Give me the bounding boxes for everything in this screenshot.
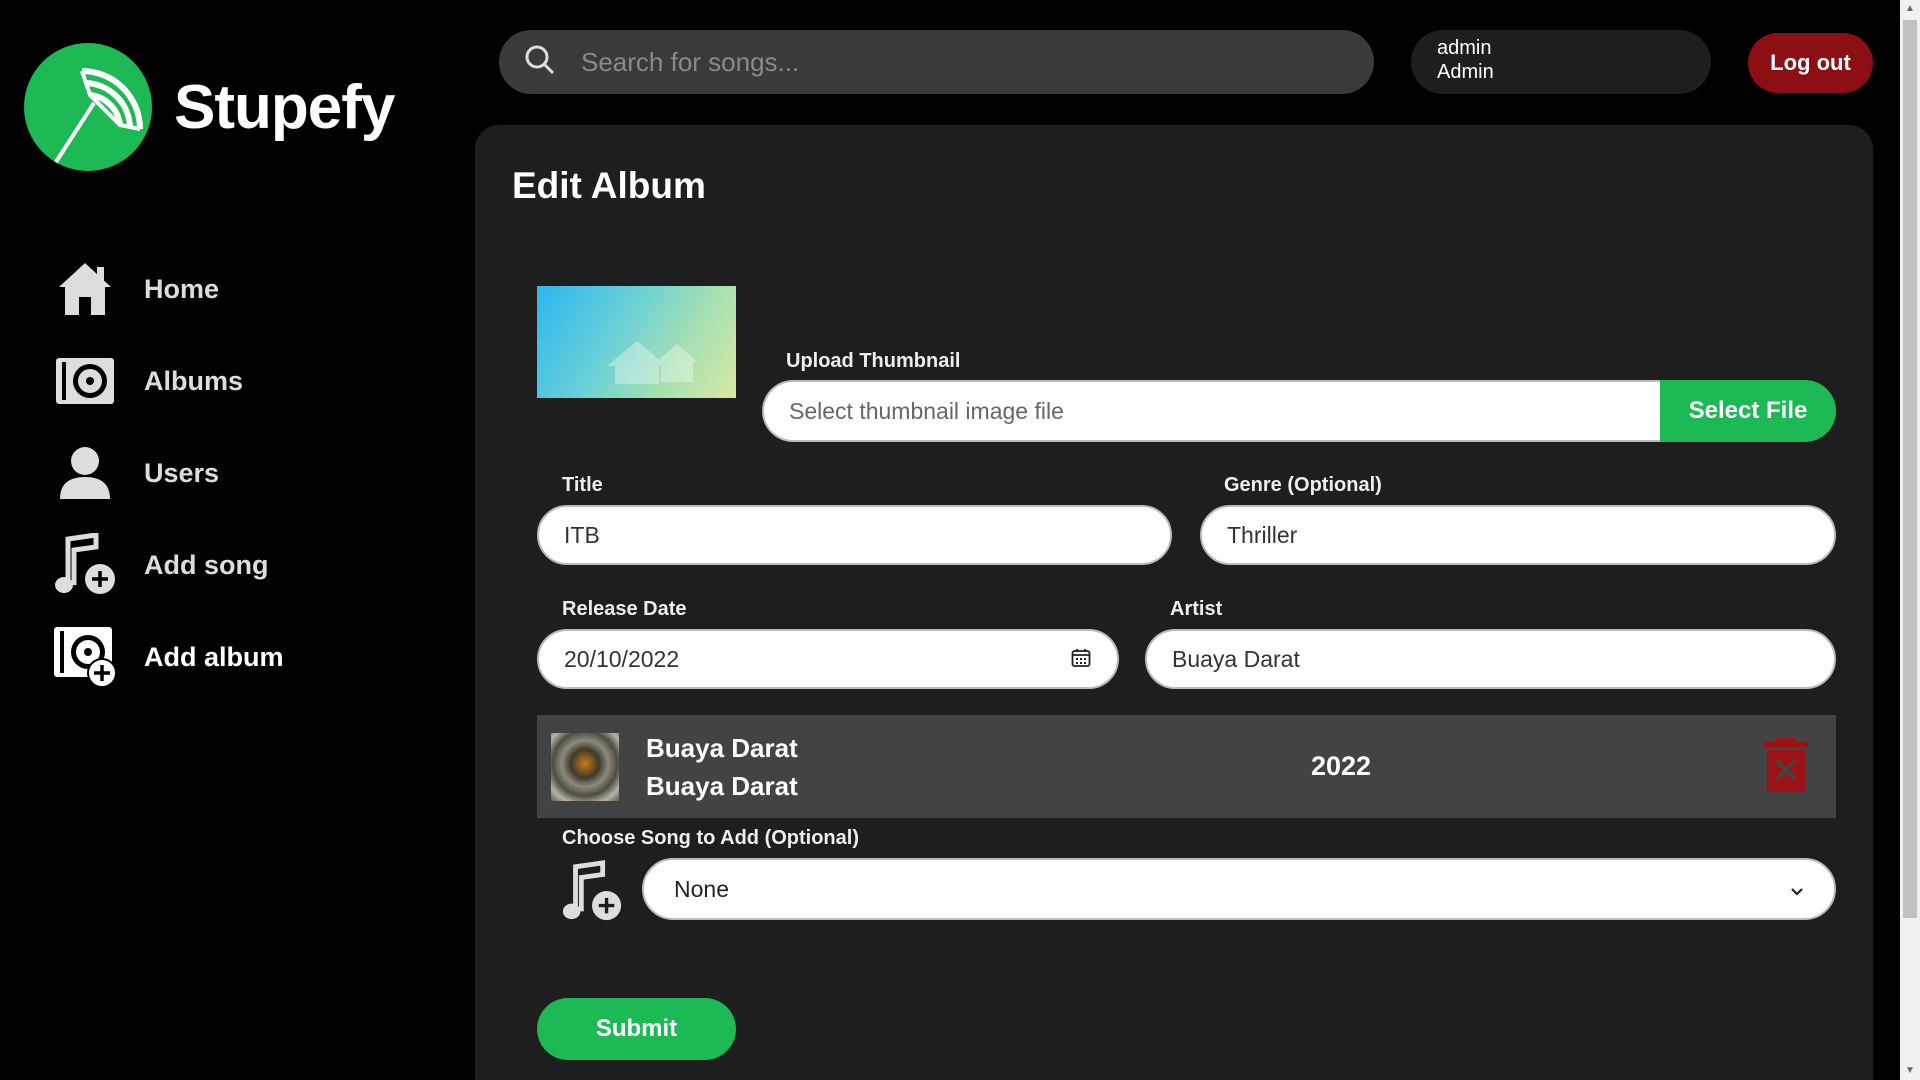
choose-song-label: Choose Song to Add (Optional) bbox=[562, 827, 859, 849]
sidebar-item-label: Add album bbox=[144, 641, 284, 672]
app-name: Stupefy bbox=[174, 72, 395, 142]
edit-album-panel: Edit Album Upload Thumbnail Select File … bbox=[475, 125, 1873, 1080]
artist-input[interactable] bbox=[1145, 629, 1836, 689]
song-artist: Buaya Darat bbox=[646, 771, 798, 801]
submit-button[interactable]: Submit bbox=[537, 998, 736, 1060]
select-file-button[interactable]: Select File bbox=[1660, 380, 1836, 442]
page-title: Edit Album bbox=[512, 165, 706, 206]
home-icon bbox=[52, 256, 118, 322]
user-info: admin Admin bbox=[1411, 30, 1711, 94]
thumbnail-file-input[interactable] bbox=[762, 380, 1660, 442]
choose-song-selected: None bbox=[674, 875, 729, 902]
logo-icon bbox=[24, 43, 152, 171]
logout-button[interactable]: Log out bbox=[1748, 33, 1873, 93]
scrollbar-thumb[interactable] bbox=[1903, 20, 1917, 918]
upload-thumbnail-label: Upload Thumbnail bbox=[786, 350, 961, 372]
song-title: Buaya Darat bbox=[646, 733, 798, 763]
search-bar bbox=[499, 30, 1374, 94]
username: admin bbox=[1437, 37, 1492, 59]
release-date-field bbox=[537, 629, 1119, 689]
sidebar-item-add-album[interactable]: Add album bbox=[52, 611, 284, 703]
calendar-icon[interactable] bbox=[1071, 648, 1091, 668]
add-song-icon bbox=[560, 860, 624, 924]
sidebar-item-label: Home bbox=[144, 273, 220, 304]
song-year: 2022 bbox=[1311, 751, 1372, 781]
artist-label: Artist bbox=[1170, 598, 1223, 620]
scroll-up-icon[interactable]: ▲ bbox=[1905, 4, 1915, 14]
sidebar-item-users[interactable]: Users bbox=[52, 427, 284, 519]
user-display-name: Admin bbox=[1437, 61, 1494, 83]
album-song-row: Buaya Darat Buaya Darat 2022 bbox=[537, 715, 1836, 818]
release-date-label: Release Date bbox=[562, 598, 687, 620]
sidebar-item-label: Albums bbox=[144, 365, 244, 396]
sidebar-item-label: Add song bbox=[144, 549, 269, 580]
user-icon bbox=[52, 440, 118, 506]
sidebar-item-label: Users bbox=[144, 457, 220, 488]
scroll-down-icon[interactable]: ▼ bbox=[1905, 1066, 1915, 1076]
release-date-input[interactable] bbox=[537, 629, 1119, 689]
search-input[interactable] bbox=[581, 46, 1341, 78]
title-label: Title bbox=[562, 474, 603, 496]
add-song-icon bbox=[52, 532, 118, 598]
song-cover-image bbox=[551, 733, 619, 801]
album-thumbnail bbox=[537, 286, 736, 398]
genre-label: Genre (Optional) bbox=[1224, 474, 1382, 496]
sidebar-item-albums[interactable]: Albums bbox=[52, 335, 284, 427]
title-input[interactable] bbox=[537, 505, 1172, 565]
album-icon bbox=[52, 348, 118, 414]
page-scrollbar[interactable]: ▲ ▼ bbox=[1900, 0, 1920, 1080]
delete-song-icon[interactable] bbox=[1764, 738, 1808, 792]
choose-song-select[interactable]: None bbox=[642, 858, 1836, 920]
add-album-icon bbox=[52, 624, 118, 690]
sidebar-item-home[interactable]: Home bbox=[52, 243, 284, 335]
sidebar-item-add-song[interactable]: Add song bbox=[52, 519, 284, 611]
app-logo[interactable]: Stupefy bbox=[24, 43, 395, 171]
genre-input[interactable] bbox=[1200, 505, 1836, 565]
search-icon[interactable] bbox=[525, 45, 555, 80]
sidebar-nav: Home Albums Users Add song Add album bbox=[52, 243, 284, 703]
chevron-down-icon bbox=[1790, 876, 1804, 903]
